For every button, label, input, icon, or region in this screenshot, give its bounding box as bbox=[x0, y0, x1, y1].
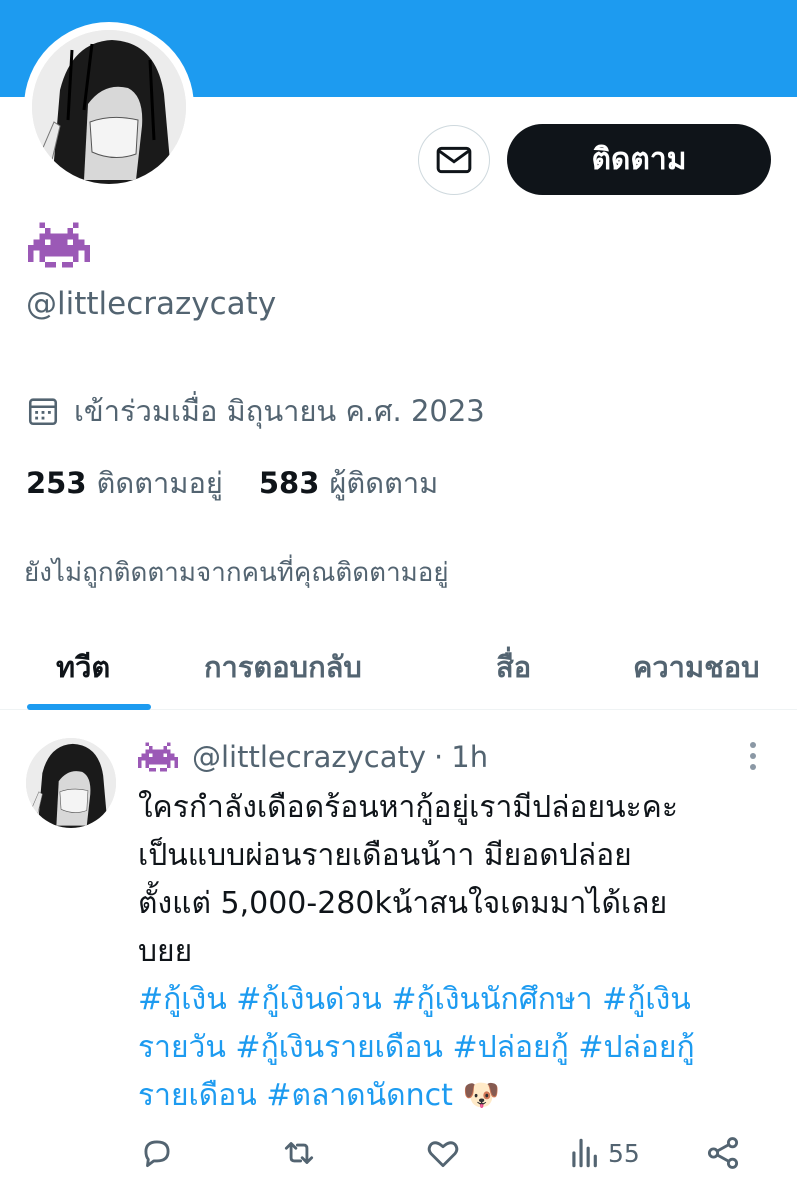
tweet-time[interactable]: 1h bbox=[451, 740, 488, 774]
message-button[interactable] bbox=[418, 125, 490, 195]
followers-count: 583 bbox=[258, 466, 320, 500]
share-icon bbox=[707, 1137, 739, 1169]
tab-media[interactable]: สื่อ bbox=[496, 644, 531, 690]
following-label: ติดตามอยู่ bbox=[96, 466, 223, 500]
reply-icon bbox=[144, 1140, 170, 1168]
tweet-text: ใครกำลังเดือดร้อนหากู้อยู่เรามีปล่อยนะคะ… bbox=[138, 784, 788, 1120]
followers-stat[interactable]: 583 ผู้ติดตาม bbox=[259, 460, 438, 506]
tab-tweets[interactable]: ทวีต bbox=[56, 644, 110, 690]
display-name bbox=[28, 220, 90, 274]
retweet-icon bbox=[284, 1142, 314, 1164]
more-options-icon[interactable] bbox=[742, 740, 764, 772]
envelope-icon bbox=[436, 146, 472, 174]
hashtag-line[interactable]: รายเดือน #ตลาดนัดnct 🐶 bbox=[138, 1072, 788, 1120]
views-count: 55 bbox=[608, 1138, 640, 1168]
tweet-line: ตั้งแต่ 5,000-280kน้าสนใจเดมมาได้เลย bbox=[138, 886, 668, 921]
tweet-separator: · bbox=[434, 740, 444, 774]
alien-monster-icon bbox=[28, 222, 90, 268]
followers-label: ผู้ติดตาม bbox=[329, 466, 439, 500]
tweet-line: เป็นแบบผ่อนรายเดือนน้าา มียอดปล่อย bbox=[138, 838, 632, 873]
tab-replies[interactable]: การตอบกลับ bbox=[204, 644, 362, 690]
tweet-handle[interactable]: @littlecrazycaty bbox=[192, 740, 426, 774]
like-button[interactable] bbox=[424, 1134, 462, 1172]
profile-avatar[interactable] bbox=[32, 30, 186, 184]
reply-button[interactable] bbox=[138, 1134, 176, 1172]
hashtag-line[interactable]: รายวัน #กู้เงินรายเดือน #ปล่อยกู้ #ปล่อย… bbox=[138, 1024, 788, 1072]
like-icon bbox=[427, 1141, 459, 1168]
tweet-header: @littlecrazycaty · 1h bbox=[138, 740, 488, 774]
follow-button[interactable]: ติดตาม bbox=[507, 124, 771, 195]
calendar-icon bbox=[28, 398, 58, 426]
share-button[interactable] bbox=[704, 1134, 742, 1172]
views-button[interactable]: 55 bbox=[566, 1134, 640, 1172]
tweet-actions: 55 bbox=[138, 1134, 758, 1178]
tweet-line: บยย bbox=[138, 934, 193, 969]
tweet-line: ใครกำลังเดือดร้อนหากู้อยู่เรามีปล่อยนะคะ bbox=[138, 790, 678, 825]
not-followed-notice: ยังไม่ถูกติดตามจากคนที่คุณติดตามอยู่ bbox=[24, 558, 449, 588]
views-icon bbox=[572, 1138, 597, 1168]
active-tab-indicator bbox=[27, 704, 151, 710]
alien-monster-icon bbox=[138, 742, 178, 772]
tweet-avatar[interactable] bbox=[26, 738, 116, 828]
tweet-avatar-image bbox=[26, 738, 116, 828]
joined-text: เข้าร่วมเมื่อ มิถุนายน ค.ศ. 2023 bbox=[74, 394, 485, 428]
profile-tabs: ทวีต การตอบกลับ สื่อ ความชอบ bbox=[0, 630, 797, 710]
retweet-button[interactable] bbox=[280, 1134, 318, 1172]
hashtag-line[interactable]: #กู้เงิน #กู้เงินด่วน #กู้เงินนักศึกษา #… bbox=[138, 976, 788, 1024]
profile-handle: @littlecrazycaty bbox=[26, 286, 277, 322]
joined-date: เข้าร่วมเมื่อ มิถุนายน ค.ศ. 2023 bbox=[26, 388, 485, 434]
follow-stats: 253 ติดตามอยู่ 583 ผู้ติดตาม bbox=[26, 460, 474, 506]
following-count: 253 bbox=[26, 466, 87, 500]
avatar-image bbox=[32, 30, 186, 184]
tab-likes[interactable]: ความชอบ bbox=[633, 644, 760, 690]
following-stat[interactable]: 253 ติดตามอยู่ bbox=[26, 460, 223, 506]
